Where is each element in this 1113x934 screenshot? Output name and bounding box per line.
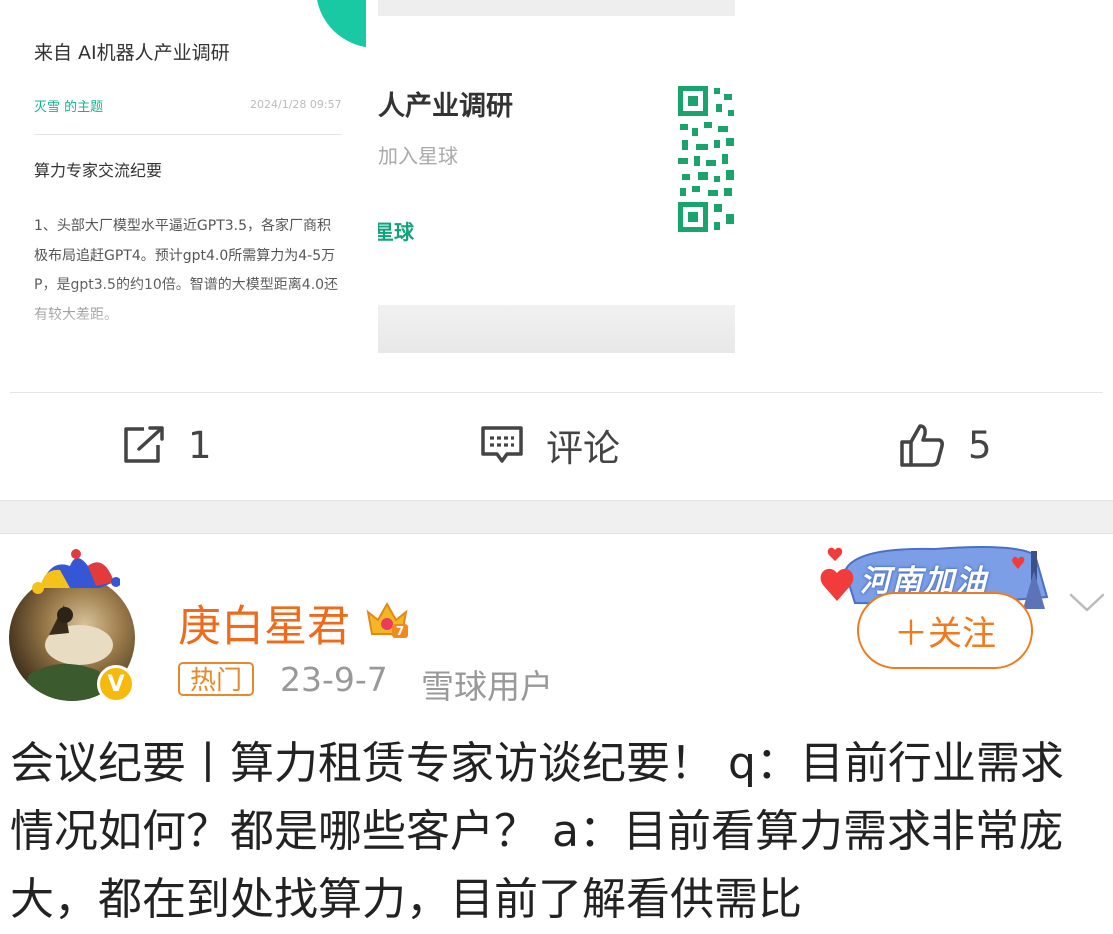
card-date: 2024/1/28 09:57 bbox=[250, 98, 342, 111]
poster-image-card[interactable]: 人产业调研 加入星球 星球 bbox=[378, 0, 735, 353]
card-from-line: 来自 AI机器人产业调研 bbox=[34, 42, 230, 64]
share-count: 1 bbox=[188, 423, 212, 467]
crown-badge-number: 7 bbox=[396, 624, 404, 638]
card-fade-overlay bbox=[0, 280, 366, 350]
post-source: 雪球用户 bbox=[421, 667, 553, 706]
share-icon bbox=[124, 426, 164, 463]
share-button[interactable]: 1 bbox=[122, 420, 212, 470]
decorative-circle bbox=[316, 0, 366, 48]
qr-code-icon bbox=[678, 84, 735, 238]
post-date: 23-9-7 bbox=[280, 660, 388, 699]
username[interactable]: 庚白星君 bbox=[178, 592, 350, 654]
card-subtitle: 算力专家交流纪要 bbox=[34, 161, 163, 180]
wave-decoration-top bbox=[378, 0, 735, 16]
article-preview-card[interactable]: 来自 AI机器人产业调研 灭雪 的主题 2024/1/28 09:57 算力专家… bbox=[0, 0, 366, 380]
poster-title: 人产业调研 bbox=[378, 91, 513, 122]
card-divider bbox=[34, 134, 342, 135]
poster-join-text: 加入星球 bbox=[378, 144, 458, 168]
follow-button[interactable]: ＋关注 bbox=[857, 592, 1033, 669]
post-body-text[interactable]: 会议纪要丨算力租赁专家访谈纪要！ q：目前行业需求情况如何？都是哪些客户？ a：… bbox=[10, 730, 1100, 934]
like-button[interactable]: 5 bbox=[898, 420, 992, 470]
comment-icon bbox=[481, 426, 523, 463]
jester-hat-icon bbox=[32, 549, 120, 594]
poster-brand: 星球 bbox=[378, 220, 414, 244]
comment-button[interactable]: 评论 bbox=[480, 420, 620, 470]
card-author-tag: 灭雪 的主题 bbox=[34, 100, 104, 115]
chevron-down-icon[interactable] bbox=[1068, 592, 1106, 614]
feed-separator bbox=[0, 500, 1113, 534]
thumbs-up-icon bbox=[900, 424, 944, 467]
verified-badge: V bbox=[97, 665, 135, 703]
hot-badge: 热门 bbox=[178, 662, 255, 696]
wave-decoration-bottom bbox=[378, 305, 735, 353]
crown-icon: 7 bbox=[364, 598, 410, 640]
comment-label: 评论 bbox=[546, 427, 620, 470]
action-bar-divider bbox=[10, 392, 1103, 393]
like-count: 5 bbox=[968, 423, 992, 467]
